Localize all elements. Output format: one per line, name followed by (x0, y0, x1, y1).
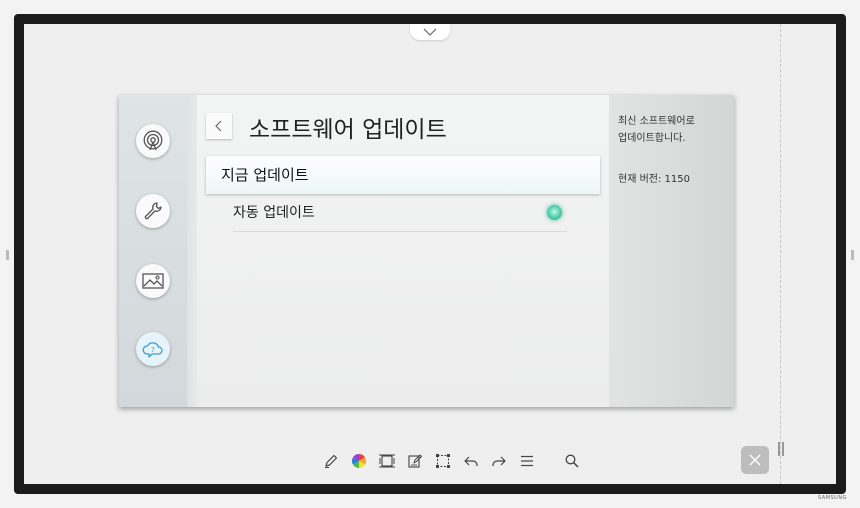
pen-icon (325, 454, 338, 468)
broadcast-icon (143, 130, 163, 151)
color-button[interactable] (348, 450, 370, 472)
page-title: 소프트웨어 업데이트 (249, 117, 447, 143)
redo-icon (492, 456, 506, 466)
auto-update-toggle[interactable] (547, 205, 562, 220)
color-wheel-icon (352, 454, 366, 468)
info-description-line1: 최신 소프트웨어로 (618, 116, 695, 127)
auto-update-label: 자동 업데이트 (233, 205, 315, 221)
info-description-line2: 업데이트합니다. (618, 133, 686, 144)
wrench-icon (144, 202, 162, 220)
select-area-button[interactable] (432, 450, 454, 472)
chevron-left-icon (215, 120, 222, 132)
undo-button[interactable] (460, 450, 482, 472)
bottom-toolbar (320, 450, 590, 472)
info-pane: 최신 소프트웨어로 업데이트합니다. 현재 버전: 1150 (609, 95, 734, 407)
menu-icon (521, 455, 533, 467)
pen-button[interactable] (320, 450, 342, 472)
update-now-label: 지금 업데이트 (221, 166, 309, 184)
top-pull-tab[interactable] (410, 24, 450, 40)
divider-line (780, 24, 781, 484)
close-icon (749, 454, 761, 466)
edit-note-button[interactable] (404, 450, 426, 472)
redo-button[interactable] (488, 450, 510, 472)
search-button[interactable] (561, 450, 583, 472)
sidebar-separator (187, 95, 197, 407)
brand-logo: SAMSUNG (818, 495, 847, 501)
auto-update-item[interactable]: 자동 업데이트 (233, 199, 567, 232)
layout-button[interactable] (376, 450, 398, 472)
sidebar: ? (119, 95, 187, 407)
svg-text:?: ? (151, 346, 155, 354)
sidebar-item-support[interactable] (136, 194, 170, 228)
undo-icon (464, 456, 478, 466)
select-rect-icon (436, 454, 450, 468)
close-button[interactable] (741, 446, 769, 474)
right-edge-marker (851, 250, 854, 260)
chevron-down-icon (423, 28, 437, 36)
edit-note-icon (408, 454, 422, 468)
back-button[interactable] (206, 113, 232, 139)
layout-icon (379, 454, 395, 468)
update-now-item[interactable]: 지금 업데이트 (206, 156, 600, 194)
main-content: 소프트웨어 업데이트 지금 업데이트 자동 업데이트 (197, 95, 609, 407)
settings-panel: ? 소프트웨어 업데이트 지금 업데이트 자동 업데이트 최신 소프트웨어로 업… (119, 95, 734, 407)
search-icon (565, 454, 579, 468)
drag-handle[interactable] (778, 442, 784, 456)
sidebar-item-help[interactable]: ? (136, 332, 170, 366)
left-edge-marker (6, 250, 9, 260)
image-icon (142, 273, 164, 289)
sidebar-item-picture[interactable] (136, 264, 170, 298)
menu-button[interactable] (516, 450, 538, 472)
help-cloud-icon: ? (142, 342, 163, 358)
sidebar-item-broadcast[interactable] (136, 124, 170, 158)
current-version: 현재 버전: 1150 (618, 174, 690, 185)
screen: ? 소프트웨어 업데이트 지금 업데이트 자동 업데이트 최신 소프트웨어로 업… (24, 24, 836, 484)
